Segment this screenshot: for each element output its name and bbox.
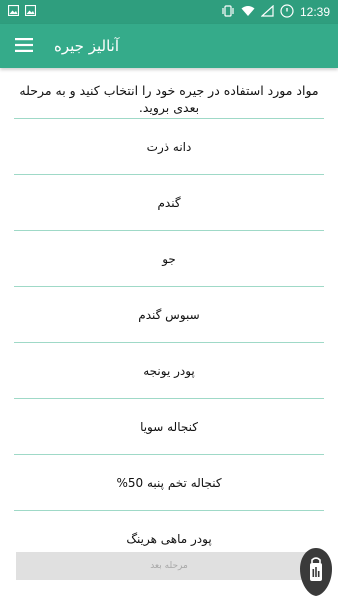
list-item-label: کنجاله تخم پنبه 50% <box>116 475 222 490</box>
wifi-icon <box>241 5 255 20</box>
list-item[interactable]: پودر یونجه <box>14 343 324 398</box>
list-item[interactable]: جو <box>14 231 324 286</box>
bazaar-logo-icon[interactable] <box>299 547 333 597</box>
ingredient-list: دانه ذرت گندم جو سبوس گندم پودر یونجه کن… <box>14 118 324 566</box>
battery-icon <box>280 3 294 21</box>
status-right-icons: 12:39 <box>221 3 330 21</box>
list-item-label: پودر یونجه <box>143 363 195 378</box>
image-icon <box>7 4 20 19</box>
list-item[interactable]: سبوس گندم <box>14 287 324 342</box>
list-item-label: جو <box>162 251 176 266</box>
status-time: 12:39 <box>299 5 330 19</box>
list-item[interactable]: کنجاله سویا <box>14 399 324 454</box>
app-title: آنالیز جیره <box>54 37 119 55</box>
list-item-label: پودر ماهی هرینگ <box>126 531 212 546</box>
list-item-label: دانه ذرت <box>146 139 192 154</box>
signal-icon <box>260 4 274 20</box>
list-item-label: کنجاله سویا <box>140 419 198 434</box>
list-item-label: گندم <box>157 195 181 210</box>
list-item[interactable]: دانه ذرت <box>14 119 324 174</box>
list-item-label: سبوس گندم <box>138 307 200 322</box>
status-bar: 12:39 <box>0 0 338 24</box>
image-icon <box>24 4 37 19</box>
next-step-button[interactable]: مرحله بعد <box>16 552 322 580</box>
list-item[interactable]: کنجاله تخم پنبه 50% <box>14 455 324 510</box>
menu-button[interactable] <box>0 24 48 68</box>
app-bar: آنالیز جیره <box>0 24 338 68</box>
list-item[interactable]: گندم <box>14 175 324 230</box>
instruction-text: مواد مورد استفاده در جیره خود را انتخاب … <box>19 83 319 115</box>
vibrate-icon <box>221 4 235 20</box>
hamburger-menu-icon <box>15 37 33 56</box>
status-left-icons <box>7 4 37 19</box>
